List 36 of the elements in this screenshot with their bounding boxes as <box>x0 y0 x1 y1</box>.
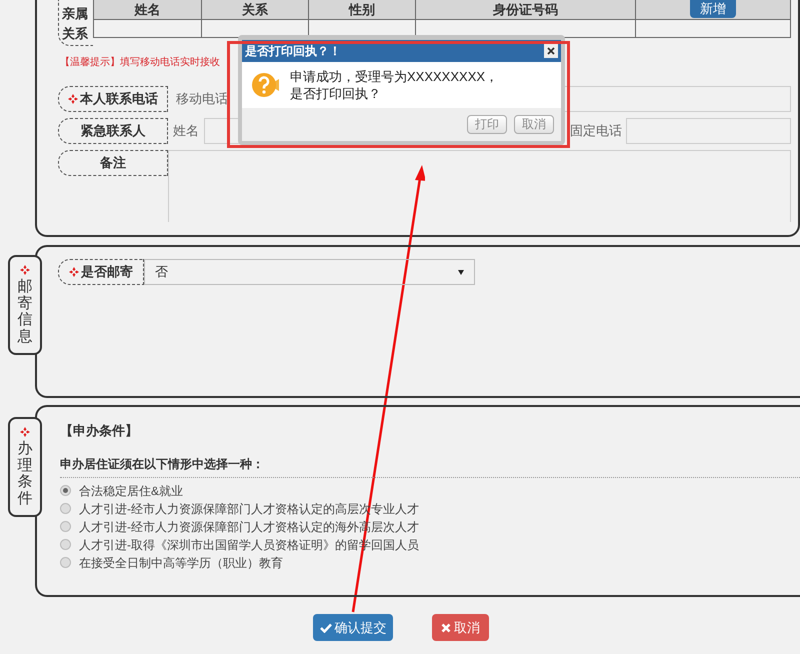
dropdown-caret-icon <box>458 270 464 274</box>
close-icon <box>547 47 555 55</box>
field-caption: 固定电话 <box>570 122 623 140</box>
field-caption: 移动电话 <box>176 90 229 108</box>
relatives-label: 亲属关系 <box>58 0 93 46</box>
field-label: 本人联系电话 <box>58 86 168 112</box>
remarks-textarea[interactable] <box>168 150 791 222</box>
condition-radio[interactable]: 在接受全日制中高等学历（职业）教育 <box>60 554 800 572</box>
close-button[interactable] <box>544 44 558 58</box>
dialog-title: 是否打印回执？！ <box>245 43 341 60</box>
required-icon <box>20 265 30 275</box>
condition-radio[interactable]: 合法稳定居住&就业 <box>60 482 800 500</box>
add-button[interactable]: 新增 <box>690 0 736 18</box>
field-caption: 姓名 <box>173 122 200 140</box>
table-header-cell: 身份证号码 <box>416 0 636 19</box>
mailing-select[interactable]: 否 <box>144 259 475 285</box>
field-label: 紧急联系人 <box>58 118 168 144</box>
check-icon <box>320 622 332 632</box>
conditions-title: 【申办条件】 <box>60 422 139 440</box>
conditions-prompt: 申办居住证须在以下情形中选择一种： <box>60 456 265 472</box>
dialog-message: 是否打印回执？ <box>290 85 382 102</box>
hint-text: 【温馨提示】填写移动电话实时接收 <box>60 56 221 70</box>
table-header-cell: 性别 <box>309 0 416 19</box>
field-label: 备注 <box>58 150 168 176</box>
submit-button[interactable]: 确认提交 <box>313 614 393 641</box>
table-header-cell: 姓名 <box>94 0 202 19</box>
field-label: 是否邮寄 <box>58 259 144 285</box>
landline-input[interactable] <box>626 118 791 144</box>
required-icon <box>20 427 30 437</box>
dialog-message: 申请成功，受理号为XXXXXXXXX， <box>290 68 498 85</box>
close-icon <box>441 622 451 632</box>
question-icon <box>250 70 280 100</box>
table-header-cell: 关系 <box>202 0 309 19</box>
section-tab-label: 办理条件 <box>18 441 32 507</box>
cancel-button[interactable]: 取消 <box>432 614 489 641</box>
section-tab-label: 邮寄信息 <box>18 279 32 345</box>
